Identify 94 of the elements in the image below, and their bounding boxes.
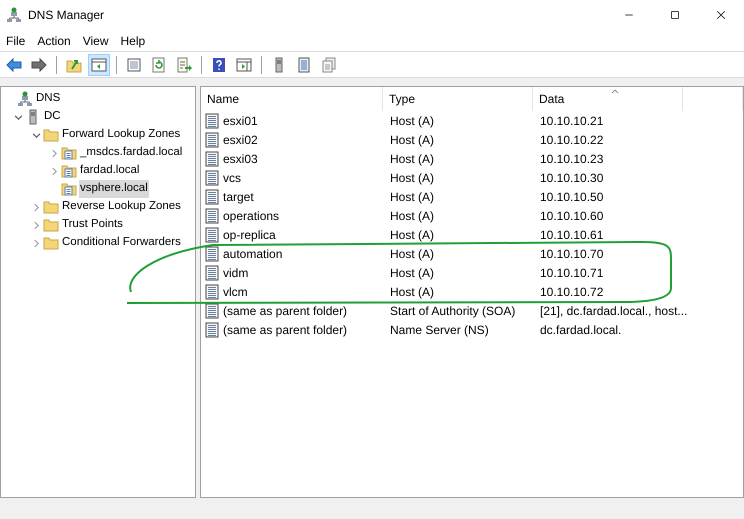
console-tree-icon	[91, 56, 107, 72]
table-cell-text: Host (A)	[389, 264, 436, 282]
collapse-chevron-icon[interactable]	[32, 130, 40, 140]
help-icon	[211, 56, 227, 72]
tree-item[interactable]: fardad.local	[79, 162, 140, 180]
folder-icon	[43, 235, 59, 251]
table-cell-text: 10.10.10.22	[539, 132, 604, 148]
record-icon	[204, 188, 220, 204]
record-icon	[204, 112, 220, 128]
table-cell-text: Host (A)	[389, 170, 436, 186]
tree-item[interactable]: Conditional Forwarders	[61, 234, 182, 252]
tree-item[interactable]: DNS	[35, 90, 62, 108]
table-cell-text: dc.fardad.local.	[539, 322, 622, 338]
table-cell-text: 10.10.10.50	[539, 188, 604, 206]
table-cell[interactable]: vlcm	[220, 282, 248, 300]
table-cell-text: Host (A)	[389, 132, 436, 148]
expand-chevron-icon[interactable]	[50, 166, 58, 176]
table-cell-text: [21], dc.fardad.local., host...	[539, 302, 688, 320]
table-cell[interactable]: vcs	[220, 168, 241, 186]
table-cell[interactable]: target	[220, 188, 254, 206]
record-icon	[204, 322, 220, 338]
table-cell-text: 10.10.10.21	[539, 112, 604, 130]
export-list-icon	[176, 56, 192, 72]
table-cell-text: 10.10.10.60	[539, 208, 604, 224]
record-icon	[204, 246, 220, 262]
zone-folder-icon	[61, 181, 77, 197]
table-cell[interactable]: operations	[220, 206, 280, 224]
tree-item[interactable]: Trust Points	[61, 216, 124, 234]
table-cell-text: Name Server (NS)	[389, 322, 490, 338]
table-cell[interactable]: vidm	[220, 264, 248, 282]
table-cell-text: 10.10.10.30	[539, 170, 604, 186]
table-cell[interactable]: (same as parent folder)	[220, 320, 348, 338]
window-title: DNS Manager	[28, 7, 104, 24]
record-icon	[204, 302, 220, 318]
maximize-icon	[669, 9, 681, 21]
table-cell[interactable]: op-replica	[220, 226, 276, 244]
table-cell-text: Host (A)	[389, 112, 436, 130]
menu-item[interactable]: Help	[114, 32, 152, 50]
table-cell-text: 10.10.10.71	[539, 264, 604, 282]
dns-network-icon	[6, 7, 22, 23]
column-header[interactable]: Name	[207, 90, 240, 108]
table-cell-text: 10.10.10.61	[539, 226, 604, 244]
expand-chevron-icon[interactable]	[32, 220, 40, 230]
refresh-icon	[151, 56, 167, 72]
zone-folder-icon	[61, 145, 77, 161]
tree-item[interactable]: DC	[43, 108, 62, 126]
column-header[interactable]: Data	[539, 90, 564, 108]
table-cell-text: Start of Authority (SOA)	[389, 302, 516, 320]
folder-icon	[43, 127, 59, 143]
column-header[interactable]: Type	[389, 90, 416, 108]
folder-icon	[43, 217, 59, 233]
table-cell-text: Host (A)	[389, 150, 436, 168]
table-cell[interactable]: esxi01	[220, 112, 258, 130]
table-cell-text: Host (A)	[389, 284, 436, 300]
record-icon	[204, 208, 220, 224]
properties-icon	[126, 56, 142, 72]
collapse-chevron-icon[interactable]	[14, 112, 22, 122]
table-cell-text: Host (A)	[389, 208, 436, 224]
expand-chevron-icon[interactable]	[32, 202, 40, 212]
action-pane-icon	[236, 56, 252, 72]
menu-item[interactable]: File	[0, 32, 32, 50]
close-icon	[715, 9, 727, 21]
expand-chevron-icon[interactable]	[50, 148, 58, 158]
tree-item[interactable]: Reverse Lookup Zones	[61, 198, 182, 216]
menu-item[interactable]: Action	[31, 32, 77, 50]
back-icon	[6, 56, 22, 72]
table-cell[interactable]: esxi02	[220, 130, 258, 148]
table-cell-text: 10.10.10.70	[539, 246, 604, 262]
record-icon	[204, 132, 220, 148]
table-cell-text: Host (A)	[389, 226, 436, 244]
menu-item[interactable]: View	[76, 32, 114, 50]
record-icon	[204, 264, 220, 280]
table-cell[interactable]: automation	[220, 244, 282, 262]
tree-item[interactable]: _msdcs.fardad.local	[79, 144, 184, 162]
tree-item[interactable]: Forward Lookup Zones	[61, 126, 182, 144]
record-icon	[204, 170, 220, 186]
list-icon	[296, 56, 312, 72]
forward-icon	[31, 56, 47, 72]
zone-folder-icon	[61, 163, 77, 179]
tree-item[interactable]: vsphere.local	[79, 180, 149, 198]
table-cell-text: 10.10.10.23	[539, 150, 604, 168]
folder-icon	[43, 199, 59, 215]
table-cell-text: Host (A)	[389, 188, 436, 206]
record-icon	[204, 150, 220, 166]
dns-network-icon	[17, 91, 33, 107]
copy-icon	[321, 56, 337, 72]
record-icon	[204, 226, 220, 242]
table-cell[interactable]: esxi03	[220, 150, 258, 168]
record-icon	[204, 284, 220, 300]
table-cell-text: Host (A)	[389, 246, 436, 262]
expand-chevron-icon[interactable]	[32, 238, 40, 248]
table-cell[interactable]: (same as parent folder)	[220, 302, 348, 320]
table-cell-text: 10.10.10.72	[539, 284, 604, 300]
console-tree-button[interactable]	[88, 54, 110, 76]
